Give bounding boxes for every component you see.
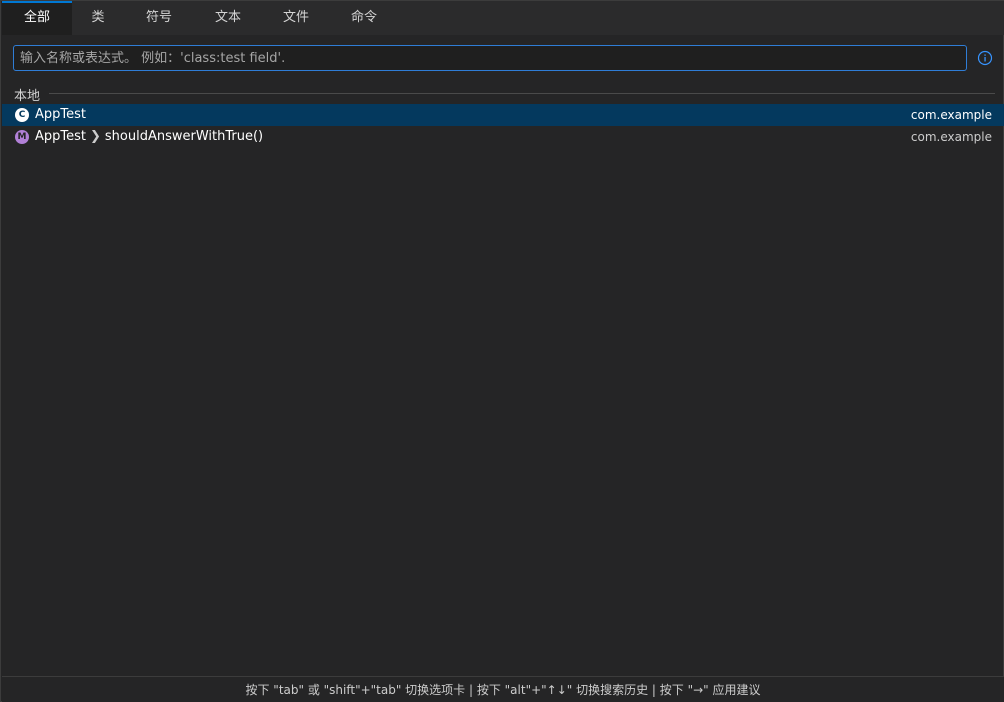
- class-icon: C: [15, 108, 29, 122]
- result-class-name: AppTest: [35, 129, 86, 144]
- result-package: com.example: [910, 108, 992, 122]
- tab-bar: 全部 类 符号 文本 文件 命令: [2, 1, 1004, 35]
- tab-files[interactable]: 文件: [262, 1, 330, 35]
- search-box: [13, 45, 967, 71]
- section-label-local: 本地: [14, 89, 41, 104]
- result-package: com.example: [910, 130, 992, 144]
- chevron-right-icon: ❯: [90, 129, 101, 144]
- search-input[interactable]: [14, 46, 966, 70]
- tab-text[interactable]: 文本: [194, 1, 262, 35]
- footer-hint: 按下 "tab" 或 "shift"+"tab" 切换选项卡 | 按下 "alt…: [2, 676, 1004, 702]
- info-icon[interactable]: [977, 50, 993, 66]
- result-member-name: shouldAnswerWithTrue(): [104, 129, 264, 144]
- tab-classes[interactable]: 类: [72, 1, 124, 35]
- tab-symbols[interactable]: 符号: [124, 1, 194, 35]
- tab-all[interactable]: 全部: [2, 1, 72, 35]
- result-row[interactable]: M AppTest ❯ shouldAnswerWithTrue() com.exa…: [2, 126, 1004, 148]
- search-everywhere-popup: 全部 类 符号 文本 文件 命令 本地 C AppTest com.exampl…: [0, 0, 1004, 702]
- result-name: AppTest ❯ shouldAnswerWithTrue(): [35, 129, 263, 144]
- tab-commands[interactable]: 命令: [330, 1, 398, 35]
- result-row[interactable]: C AppTest com.example: [2, 104, 1004, 126]
- result-name: AppTest: [35, 107, 86, 122]
- method-icon: M: [15, 130, 29, 144]
- section-divider: [49, 93, 995, 94]
